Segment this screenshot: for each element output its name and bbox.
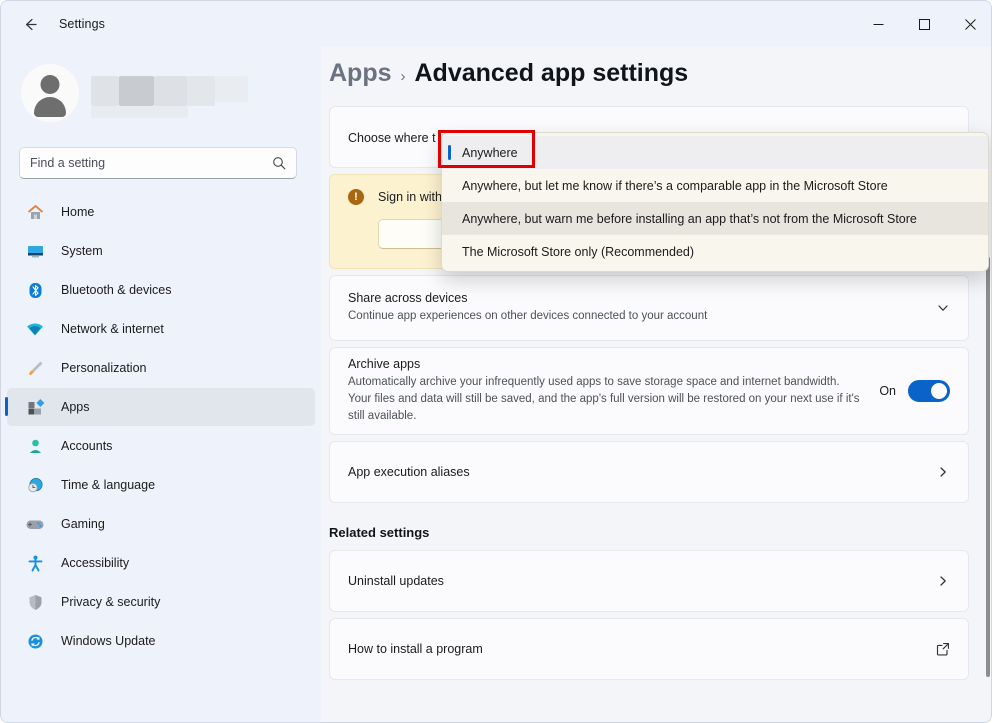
search-input[interactable]: [30, 156, 272, 170]
app-execution-aliases-title: App execution aliases: [348, 465, 470, 479]
dropdown-option-label: Anywhere, but let me know if there’s a c…: [462, 178, 888, 193]
sidebar-item-label: Accessibility: [61, 556, 130, 570]
breadcrumb-separator: ›: [400, 68, 406, 85]
sidebar-item-label: Network & internet: [61, 322, 164, 336]
sidebar-item-label: System: [61, 244, 103, 258]
sidebar-item-home[interactable]: Home: [7, 193, 315, 231]
sidebar-item-windows-update[interactable]: Windows Update: [7, 622, 315, 660]
sidebar-item-bluetooth[interactable]: Bluetooth & devices: [7, 271, 315, 309]
search-icon: [272, 156, 286, 170]
warning-icon: !: [348, 189, 364, 205]
maximize-button[interactable]: [901, 1, 947, 47]
paintbrush-icon: [23, 357, 47, 379]
sidebar-item-privacy-security[interactable]: Privacy & security: [7, 583, 315, 621]
shield-icon: [23, 591, 47, 613]
sidebar-item-accessibility[interactable]: Accessibility: [7, 544, 315, 582]
content-scrollbar[interactable]: [986, 257, 990, 677]
sidebar-item-system[interactable]: System: [7, 232, 315, 270]
update-icon: [23, 630, 47, 652]
app-title: Settings: [59, 17, 105, 31]
breadcrumb-parent[interactable]: Apps: [329, 59, 392, 88]
page-title: Advanced app settings: [414, 59, 689, 87]
avatar: [21, 64, 79, 122]
share-across-devices-title: Share across devices: [348, 291, 468, 306]
system-icon: [23, 240, 47, 262]
archive-apps-subtitle: Automatically archive your infrequently …: [348, 376, 860, 422]
close-button[interactable]: [947, 1, 991, 47]
settings-window: Settings Find a setting Home System Blue…: [0, 0, 992, 723]
apps-icon: [23, 396, 47, 418]
bluetooth-icon: [23, 279, 47, 301]
uninstall-updates-title: Uninstall updates: [348, 574, 444, 588]
dropdown-option-label: Anywhere, but warn me before installing …: [462, 211, 917, 226]
chevron-right-icon[interactable]: [936, 574, 950, 588]
account-icon: [23, 435, 47, 457]
install-source-dropdown[interactable]: Anywhere Anywhere, but let me know if th…: [441, 132, 989, 272]
breadcrumb: Apps › Advanced app settings: [329, 59, 991, 88]
home-icon: [23, 201, 47, 223]
title-bar: Settings: [1, 1, 991, 47]
dropdown-option-anywhere-warn[interactable]: Anywhere, but warn me before installing …: [442, 202, 988, 235]
uninstall-updates-card[interactable]: Uninstall updates: [329, 550, 969, 612]
gamepad-icon: [23, 513, 47, 535]
chevron-down-icon[interactable]: [936, 301, 950, 315]
archive-apps-toggle-group[interactable]: On: [879, 380, 950, 402]
sidebar-item-label: Accounts: [61, 439, 113, 453]
minimize-button[interactable]: [855, 1, 901, 47]
search-box[interactable]: [19, 147, 297, 179]
sidebar-item-label: Privacy & security: [61, 595, 161, 609]
back-arrow-icon[interactable]: [13, 9, 47, 39]
choose-where-label: Choose where t: [348, 131, 436, 145]
sidebar-item-time-language[interactable]: Time & language: [7, 466, 315, 504]
external-link-icon[interactable]: [936, 642, 950, 656]
dropdown-option-store-only[interactable]: The Microsoft Store only (Recommended): [442, 235, 988, 268]
sidebar-item-label: Home: [61, 205, 95, 219]
sidebar-item-label: Gaming: [61, 517, 105, 531]
archive-apps-toggle[interactable]: [908, 380, 950, 402]
wifi-icon: [23, 318, 47, 340]
share-across-devices-card[interactable]: Share across devices Continue app experi…: [329, 275, 969, 341]
dropdown-option-anywhere[interactable]: Anywhere: [442, 136, 988, 169]
sidebar: Home System: [1, 47, 321, 722]
sidebar-item-label: Personalization: [61, 361, 147, 375]
account-name-redacted: [91, 72, 251, 118]
sidebar-item-label: Time & language: [61, 478, 156, 492]
sidebar-item-label: Windows Update: [61, 634, 156, 648]
sidebar-item-label: Bluetooth & devices: [61, 283, 172, 297]
dropdown-option-anywhere-comparable[interactable]: Anywhere, but let me know if there’s a c…: [442, 169, 988, 202]
archive-apps-toggle-state: On: [879, 384, 896, 398]
sidebar-item-personalization[interactable]: Personalization: [7, 349, 315, 387]
clock-globe-icon: [23, 474, 47, 496]
sign-in-message: Sign in with: [378, 190, 442, 204]
profile-block[interactable]: [21, 59, 321, 127]
chevron-right-icon[interactable]: [936, 465, 950, 479]
archive-apps-title: Archive apps: [348, 357, 421, 372]
sidebar-item-gaming[interactable]: Gaming: [7, 505, 315, 543]
related-settings-heading: Related settings: [329, 525, 430, 540]
app-execution-aliases-card[interactable]: App execution aliases: [329, 441, 969, 503]
sidebar-item-network[interactable]: Network & internet: [7, 310, 315, 348]
share-across-devices-subtitle: Continue app experiences on other device…: [348, 310, 708, 323]
window-controls: [855, 1, 991, 47]
how-to-install-card[interactable]: How to install a program: [329, 618, 969, 680]
archive-apps-card: Archive apps Automatically archive your …: [329, 347, 969, 435]
accessibility-icon: [23, 552, 47, 574]
dropdown-option-label: The Microsoft Store only (Recommended): [462, 244, 695, 259]
sidebar-item-apps[interactable]: Apps: [5, 388, 315, 426]
sidebar-nav: Home System Bluetooth & devices Network …: [1, 193, 321, 660]
dropdown-option-label: Anywhere: [462, 145, 518, 160]
sidebar-item-accounts[interactable]: Accounts: [7, 427, 315, 465]
how-to-install-title: How to install a program: [348, 642, 483, 656]
sidebar-item-label: Apps: [61, 400, 90, 414]
